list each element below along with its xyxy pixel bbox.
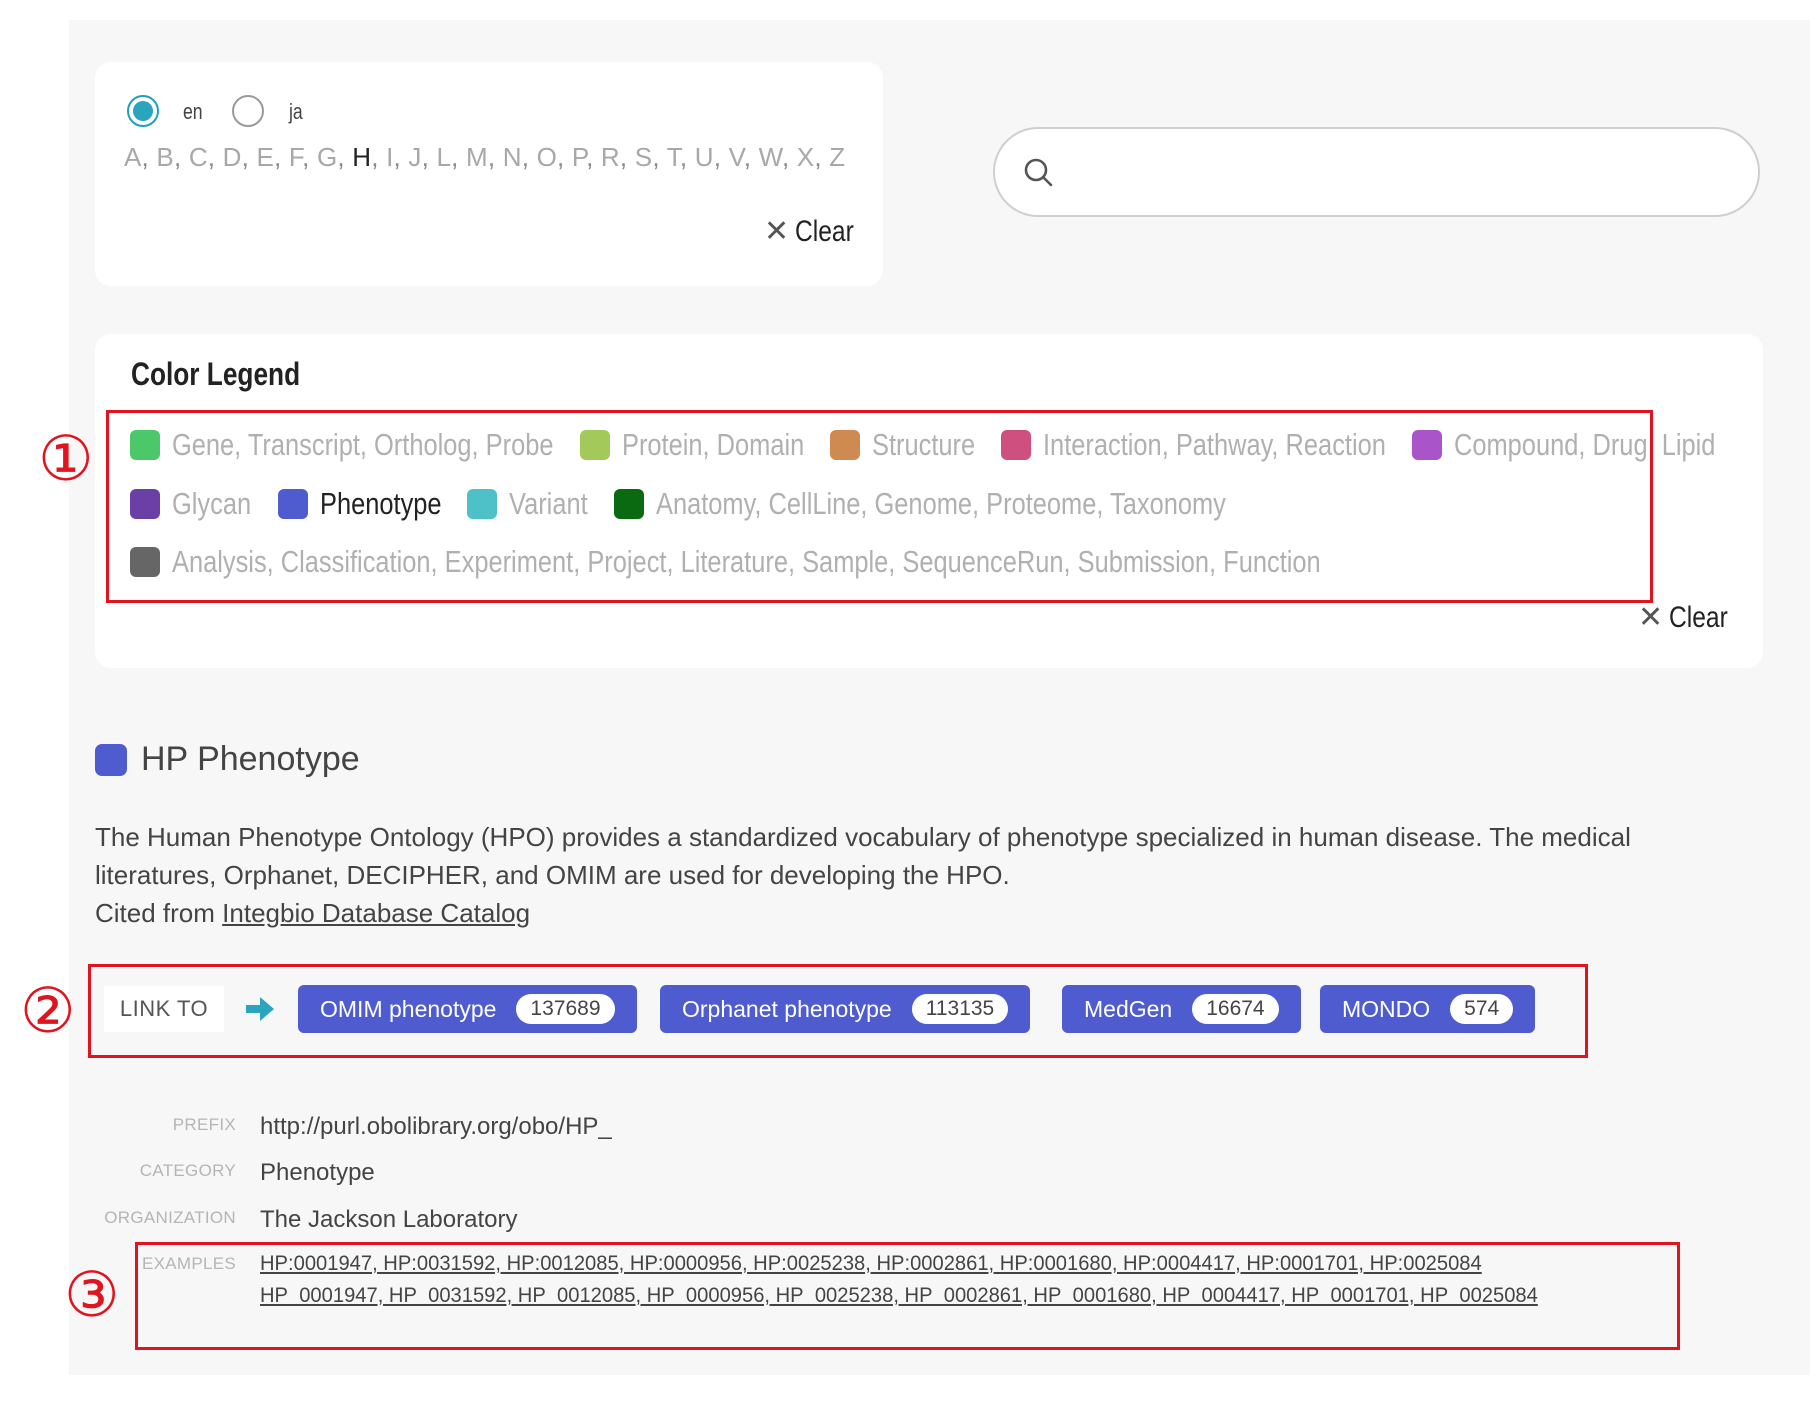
alphabet-letter-g[interactable]: G <box>317 142 337 172</box>
alphabet-separator: , <box>521 142 537 172</box>
alphabet-letter-v[interactable]: V <box>729 142 744 172</box>
annotation-number-3: ③ <box>64 1258 120 1331</box>
dataset-description: The Human Phenotype Ontology (HPO) provi… <box>95 818 1735 932</box>
organization-value: The Jackson Laboratory <box>260 1206 518 1233</box>
alphabet-letter-r[interactable]: R <box>601 142 620 172</box>
alphabet-separator: , <box>173 142 189 172</box>
alphabet-separator: , <box>141 142 157 172</box>
category-value: Phenotype <box>260 1159 375 1186</box>
dataset-title-text: HP Phenotype <box>141 740 360 778</box>
radio-en[interactable] <box>127 95 159 127</box>
alphabet-letter-d[interactable]: D <box>223 142 242 172</box>
alphabet-separator: , <box>586 142 601 172</box>
close-icon: ✕ <box>1638 601 1664 634</box>
alphabet-separator: , <box>487 142 503 172</box>
alphabet-letter-x[interactable]: X <box>797 142 815 172</box>
alphabet-letter-w[interactable]: W <box>759 142 782 172</box>
alphabet-separator: , <box>337 142 353 172</box>
organization-key: ORGANIZATION <box>104 1208 236 1227</box>
alphabet-letter-m[interactable]: M <box>466 142 488 172</box>
alphabet-letter-p[interactable]: P <box>572 142 586 172</box>
alphabet-separator: , <box>207 142 223 172</box>
language-filter-card <box>95 62 883 286</box>
dataset-title: HP Phenotype <box>95 740 360 779</box>
alphabet-letter-j[interactable]: J <box>408 142 421 172</box>
alphabet-filter: A, B, C, D, E, F, G, H, I, J, L, M, N, O… <box>124 142 845 173</box>
category-key: CATEGORY <box>139 1161 236 1180</box>
alphabet-letter-f[interactable]: F <box>289 142 302 172</box>
alphabet-separator: , <box>371 142 387 172</box>
prefix-value: http://purl.obolibrary.org/obo/HP_ <box>260 1113 612 1140</box>
search-icon <box>1024 158 1053 187</box>
alphabet-separator: , <box>652 142 667 172</box>
alphabet-letter-h[interactable]: H <box>352 142 371 172</box>
cited-prefix: Cited from <box>95 898 223 928</box>
alphabet-separator: , <box>393 142 409 172</box>
alphabet-separator: , <box>679 142 695 172</box>
phenotype-color-swatch <box>95 743 127 776</box>
alphabet-separator: , <box>274 142 289 172</box>
alphabet-separator: , <box>421 142 437 172</box>
alphabet-letter-o[interactable]: O <box>537 142 557 172</box>
annotation-box-1 <box>106 410 1653 603</box>
alphabet-letter-s[interactable]: S <box>635 142 653 172</box>
radio-ja[interactable] <box>232 95 264 127</box>
alphabet-separator: , <box>451 142 466 172</box>
radio-en-label: en <box>183 99 203 124</box>
alphabet-separator: , <box>619 142 635 172</box>
clear-legend-button[interactable]: ✕ Clear <box>1638 600 1741 635</box>
annotation-number-1: ① <box>38 422 94 495</box>
close-icon: ✕ <box>764 215 790 248</box>
alphabet-separator: , <box>241 142 257 172</box>
alphabet-letter-t[interactable]: T <box>667 142 680 172</box>
alphabet-letter-u[interactable]: U <box>695 142 714 172</box>
annotation-number-2: ② <box>20 974 76 1047</box>
alphabet-letter-a[interactable]: A <box>124 142 142 172</box>
integbio-catalog-link[interactable]: Integbio Database Catalog <box>222 898 530 928</box>
alphabet-separator: , <box>743 142 759 172</box>
alphabet-letter-l[interactable]: L <box>436 142 451 172</box>
alphabet-separator: , <box>814 142 830 172</box>
search-input[interactable] <box>993 127 1760 217</box>
description-text: The Human Phenotype Ontology (HPO) provi… <box>95 822 1631 890</box>
alphabet-separator: , <box>557 142 572 172</box>
alphabet-separator: , <box>781 142 797 172</box>
radio-ja-label: ja <box>289 99 303 124</box>
alphabet-letter-z[interactable]: Z <box>829 142 845 172</box>
alphabet-separator: , <box>713 142 729 172</box>
alphabet-letter-e[interactable]: E <box>257 142 275 172</box>
annotation-box-2 <box>88 964 1588 1058</box>
alphabet-letter-c[interactable]: C <box>189 142 208 172</box>
prefix-key: PREFIX <box>172 1115 236 1134</box>
annotation-box-3 <box>135 1242 1680 1350</box>
clear-alphabet-button[interactable]: ✕ Clear <box>764 214 867 249</box>
alphabet-letter-n[interactable]: N <box>503 142 522 172</box>
alphabet-separator: , <box>302 142 317 172</box>
legend-title: Color Legend <box>131 356 301 392</box>
alphabet-letter-i[interactable]: I <box>386 142 393 172</box>
alphabet-letter-b[interactable]: B <box>156 142 174 172</box>
